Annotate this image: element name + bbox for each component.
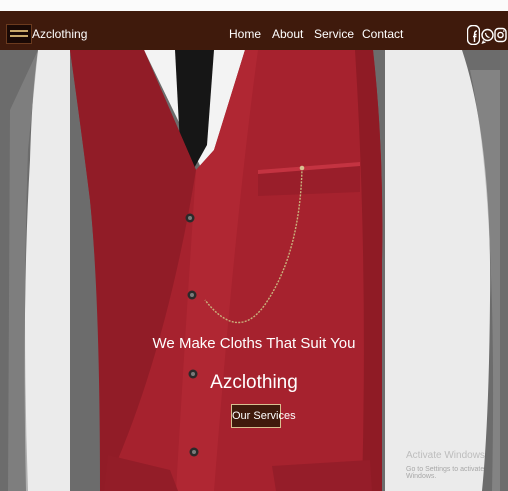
activate-windows-subtitle: Go to Settings to activate Windows. (406, 466, 485, 480)
facebook-icon[interactable] (467, 25, 480, 45)
logo[interactable] (6, 24, 32, 44)
hero-section: We Make Cloths That Suit You Azclothing … (0, 50, 508, 491)
instagram-icon[interactable] (494, 25, 507, 45)
logo-mark-line (10, 35, 28, 37)
nav-link-home[interactable]: Home (229, 27, 261, 41)
navbar: Azclothing Home About Service Contact (0, 11, 508, 50)
whatsapp-icon[interactable] (481, 25, 494, 45)
activate-windows-title: Activate Windows (406, 450, 485, 461)
logo-mark (10, 30, 28, 32)
our-services-button[interactable]: Our Services (231, 404, 296, 428)
hero-title: Azclothing (210, 372, 298, 393)
nav-link-service[interactable]: Service (314, 27, 354, 41)
brand-name[interactable]: Azclothing (32, 27, 87, 41)
nav-link-contact[interactable]: Contact (362, 27, 403, 41)
nav-link-about[interactable]: About (272, 27, 303, 41)
hero-tagline: We Make Cloths That Suit You (152, 335, 356, 352)
